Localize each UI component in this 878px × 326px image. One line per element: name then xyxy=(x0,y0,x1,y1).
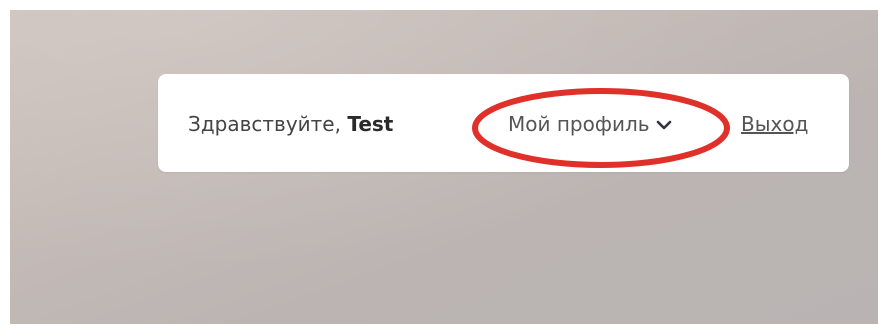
user-name: Test xyxy=(347,112,394,136)
chevron-down-icon xyxy=(656,112,672,136)
logout-link[interactable]: Выход xyxy=(741,112,808,136)
greeting-text: Здравствуйте, xyxy=(188,112,341,136)
profile-menu-label: Мой профиль xyxy=(508,112,650,136)
greeting: Здравствуйте, Test xyxy=(188,112,393,136)
user-bar: Здравствуйте, Test Мой профиль Выход xyxy=(158,74,849,172)
profile-menu-button[interactable]: Мой профиль xyxy=(508,112,672,136)
page-background: Здравствуйте, Test Мой профиль Выход xyxy=(10,10,878,324)
